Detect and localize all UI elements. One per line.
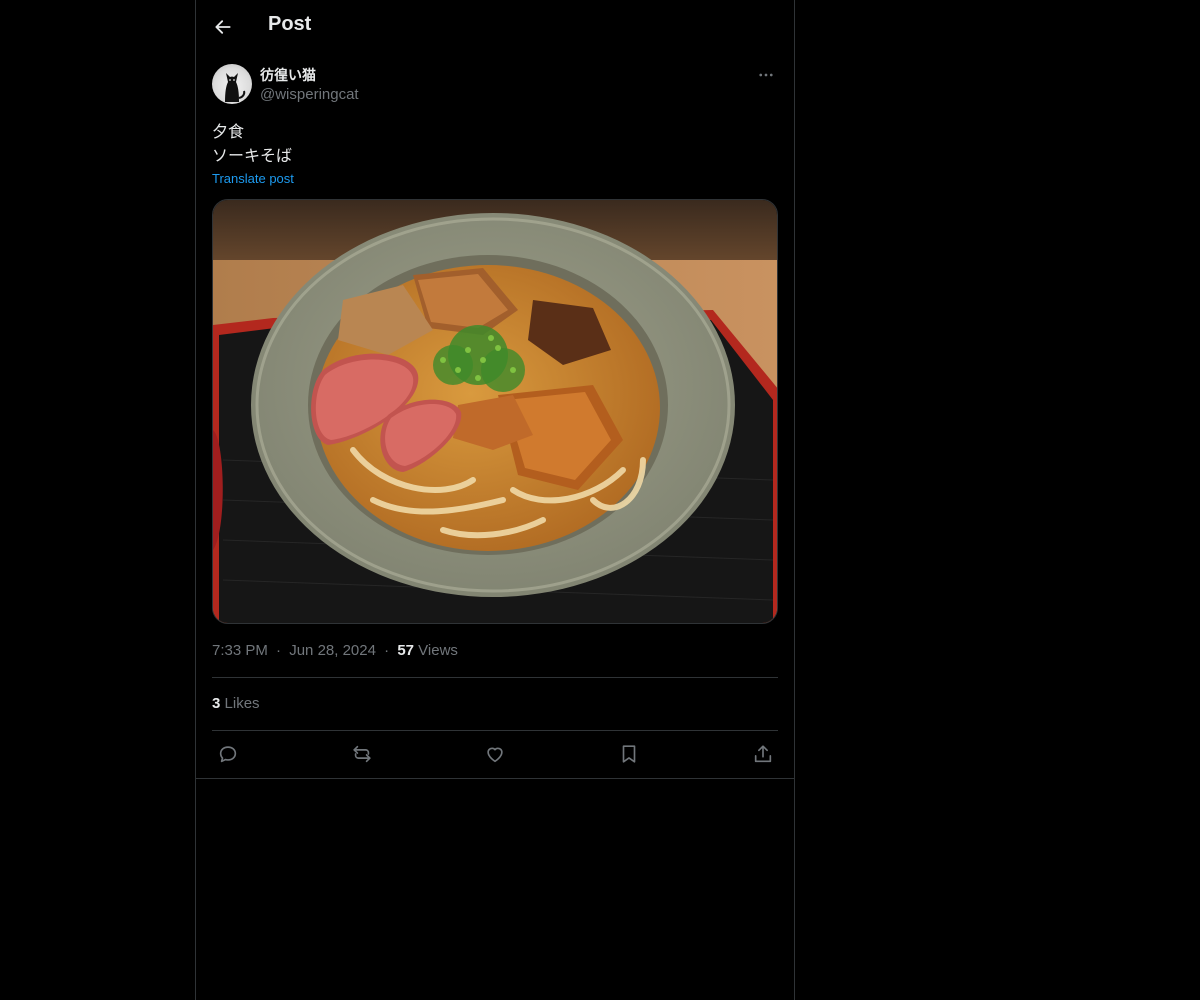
meta-separator: · [384, 642, 390, 659]
more-horizontal-icon [759, 73, 773, 77]
likes-count: 3 [212, 695, 221, 712]
arrow-left-icon [215, 20, 231, 34]
post-text: 夕食 ソーキそば [212, 120, 292, 168]
post-actions [212, 738, 778, 770]
repost-icon [353, 745, 371, 763]
post-image[interactable] [212, 199, 778, 624]
reply-button[interactable] [212, 738, 244, 770]
divider [212, 730, 778, 731]
soki-soba-photo [213, 200, 777, 623]
post-text-line: 夕食 [212, 122, 245, 141]
likes-summary[interactable]: 3 Likes [212, 695, 260, 712]
post-text-line: ソーキそば [212, 146, 293, 165]
header: Post [196, 0, 794, 53]
more-options-button[interactable] [754, 64, 778, 86]
divider [196, 778, 794, 779]
post-date[interactable]: Jun 28, 2024 [289, 642, 376, 659]
post-detail-column: Post 彷徨い猫 @wisperingcat 夕食 ソーキそば Transla… [195, 0, 795, 1000]
author-display-name[interactable]: 彷徨い猫 [260, 65, 316, 85]
views-label: Views [418, 642, 458, 659]
author-handle[interactable]: @wisperingcat [260, 86, 359, 103]
back-button[interactable] [206, 10, 240, 44]
reply-icon [219, 746, 237, 763]
post-meta: 7:33 PM · Jun 28, 2024 · 57 Views [212, 642, 458, 659]
post-time[interactable]: 7:33 PM [212, 642, 268, 659]
bookmark-button[interactable] [613, 738, 645, 770]
divider [212, 677, 778, 678]
like-button[interactable] [479, 738, 511, 770]
share-button[interactable] [747, 738, 779, 770]
share-icon [754, 745, 772, 763]
translate-post-link[interactable]: Translate post [212, 171, 294, 186]
cat-silhouette-icon [225, 73, 246, 102]
repost-button[interactable] [346, 738, 378, 770]
meta-separator: · [276, 642, 282, 659]
heart-icon [487, 747, 503, 763]
likes-label: Likes [224, 695, 260, 712]
views-count: 57 [397, 642, 414, 659]
bookmark-icon [622, 745, 636, 763]
page-title: Post [268, 13, 312, 35]
post-author: 彷徨い猫 @wisperingcat [212, 64, 778, 106]
avatar[interactable] [212, 64, 252, 104]
